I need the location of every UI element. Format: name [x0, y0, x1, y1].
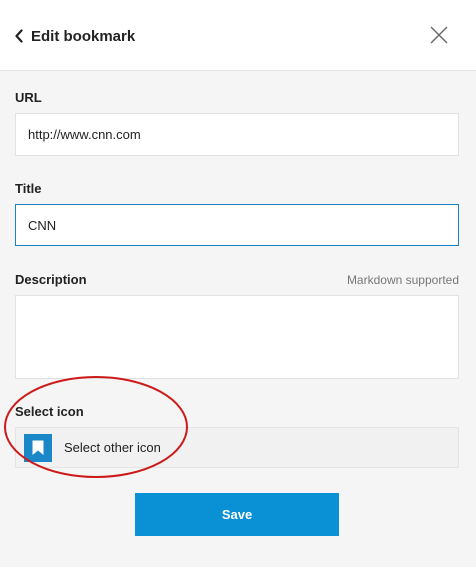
select-other-icon-label: Select other icon	[64, 440, 161, 455]
chevron-left-icon	[15, 29, 23, 43]
title-input[interactable]	[15, 204, 459, 246]
save-button[interactable]: Save	[135, 493, 339, 536]
url-input[interactable]	[15, 113, 459, 156]
markdown-hint: Markdown supported	[346, 273, 459, 287]
bookmark-icon	[24, 433, 52, 462]
select-other-icon-button[interactable]: Select other icon	[15, 427, 459, 468]
title-label: Title	[15, 181, 42, 196]
panel-header: Edit bookmark	[0, 0, 476, 71]
close-icon[interactable]	[428, 24, 450, 46]
back-button[interactable]: Edit bookmark	[14, 24, 135, 48]
description-input[interactable]	[15, 295, 459, 379]
select-icon-label: Select icon	[15, 404, 84, 419]
description-label: Description	[15, 272, 87, 287]
url-label: URL	[15, 90, 42, 105]
page-title: Edit bookmark	[31, 27, 136, 45]
